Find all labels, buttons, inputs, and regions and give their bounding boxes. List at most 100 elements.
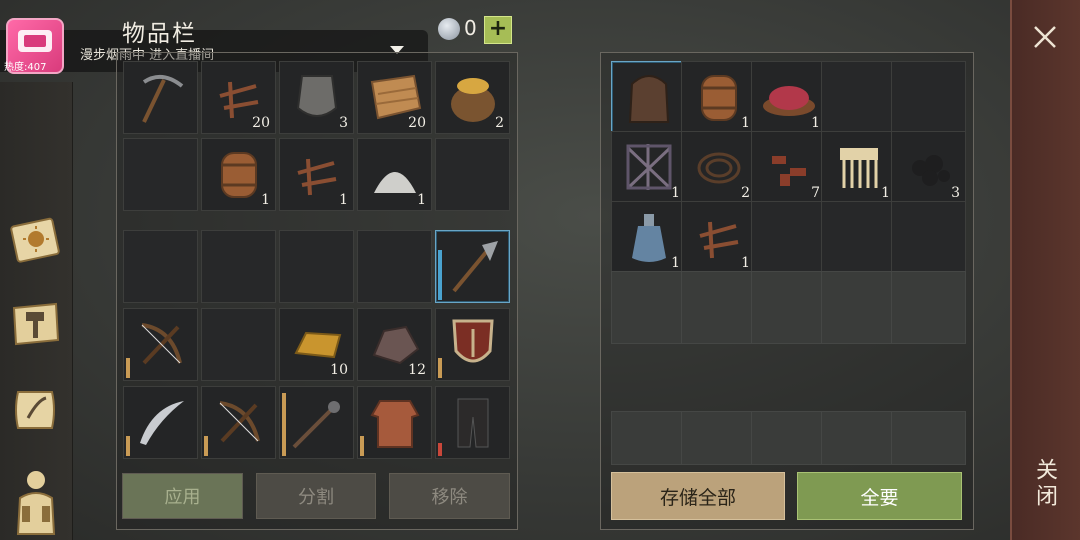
locked-slot	[751, 411, 826, 465]
potion-flask-icon	[620, 208, 678, 266]
close-button[interactable]: 关闭	[1030, 458, 1060, 510]
inventory-slot[interactable]: 1	[611, 201, 686, 274]
empty-slot[interactable]	[891, 271, 966, 344]
empty-slot[interactable]	[681, 271, 756, 344]
rope-icon	[690, 138, 748, 196]
character-icon[interactable]	[8, 464, 64, 538]
leather-pants-icon	[444, 393, 502, 451]
empty-slot[interactable]	[821, 271, 896, 344]
inventory-slot[interactable]: 20	[357, 61, 432, 134]
inventory-slot[interactable]	[123, 61, 198, 134]
empty-slot[interactable]	[891, 61, 966, 134]
inventory-slot[interactable]: 1	[681, 201, 756, 274]
inventory-slot[interactable]: 10	[279, 308, 354, 381]
empty-slot[interactable]	[821, 61, 896, 134]
inventory-slot[interactable]	[201, 386, 276, 459]
mace-spear-icon	[288, 393, 346, 451]
sun-book-icon[interactable]	[8, 212, 64, 268]
locked-slot	[611, 411, 686, 465]
inventory-slot[interactable]	[123, 308, 198, 381]
item-count: 20	[408, 115, 426, 131]
sabre-icon	[132, 393, 190, 451]
item-count: 1	[811, 115, 820, 131]
empty-slot[interactable]	[611, 271, 686, 344]
inventory-slot[interactable]	[611, 61, 686, 134]
inventory-slot[interactable]	[435, 386, 510, 459]
item-count: 1	[741, 115, 750, 131]
bone-fragments-icon	[760, 138, 818, 196]
locked-slot	[891, 411, 966, 465]
item-count: 20	[252, 115, 270, 131]
durability-bar	[438, 358, 442, 378]
item-count: 1	[671, 185, 680, 201]
durability-bar	[438, 443, 442, 456]
empty-slot[interactable]	[123, 138, 198, 211]
add-gems-button[interactable]: +	[484, 16, 512, 44]
item-count: 1	[741, 255, 750, 271]
grain-sack-icon	[444, 68, 502, 126]
inventory-slot[interactable]: 12	[357, 308, 432, 381]
durability-bar	[126, 436, 130, 456]
left-tool-rail	[0, 82, 73, 540]
inventory-slot[interactable]: 2	[435, 61, 510, 134]
apply-button[interactable]: 应用	[122, 473, 243, 519]
inventory-slot[interactable]: 7	[751, 131, 826, 204]
inventory-slot[interactable]	[279, 386, 354, 459]
empty-slot[interactable]	[891, 201, 966, 274]
empty-slot[interactable]	[357, 230, 432, 303]
crafting-hammer-icon[interactable]	[8, 296, 64, 352]
item-count: 1	[261, 192, 270, 208]
inventory-slot[interactable]: 2	[681, 131, 756, 204]
inventory-slot[interactable]	[435, 308, 510, 381]
inventory-slot[interactable]: 1	[681, 61, 756, 134]
split-button[interactable]: 分割	[256, 473, 376, 519]
inventory-slot[interactable]	[357, 386, 432, 459]
iron-grate-icon	[620, 138, 678, 196]
store-all-button[interactable]: 存储全部	[611, 472, 785, 520]
inventory-slot[interactable]: 20	[201, 61, 276, 134]
empty-slot[interactable]	[821, 201, 896, 274]
item-count: 1	[417, 192, 426, 208]
locked-slot	[821, 411, 896, 465]
empty-slot[interactable]	[201, 230, 276, 303]
empty-slot[interactable]	[751, 201, 826, 274]
empty-slot[interactable]	[279, 230, 354, 303]
chainmail-icon	[366, 393, 424, 451]
item-count: 1	[339, 192, 348, 208]
empty-slot[interactable]	[435, 138, 510, 211]
remove-button[interactable]: 移除	[389, 473, 510, 519]
empty-slot[interactable]	[123, 230, 198, 303]
inventory-slot[interactable]: 3	[279, 61, 354, 134]
crossbow-icon	[210, 393, 268, 451]
empty-slot[interactable]	[201, 308, 276, 381]
durability-bar	[282, 393, 286, 456]
inventory-slot[interactable]: 1	[611, 131, 686, 204]
halberd-icon	[444, 237, 502, 295]
raw-meat-bowl-icon	[760, 68, 818, 126]
inventory-slot[interactable]: 1	[821, 131, 896, 204]
inventory-slot[interactable]: 1	[357, 138, 432, 211]
nails-icon	[690, 208, 748, 266]
inventory-slot[interactable]: 1	[751, 61, 826, 134]
inventory-slot[interactable]: 3	[891, 131, 966, 204]
take-all-button[interactable]: 全要	[797, 472, 962, 520]
metal-plate-icon	[288, 68, 346, 126]
gem-count: 0	[464, 16, 477, 40]
gem-icon	[438, 18, 460, 40]
item-count: 10	[330, 362, 348, 378]
inventory-slot[interactable]: 1	[279, 138, 354, 211]
empty-slot[interactable]	[751, 271, 826, 344]
item-count: 12	[408, 362, 426, 378]
durability-bar	[438, 250, 442, 300]
shield-icon	[444, 315, 502, 373]
heat-label: 热度:407	[4, 62, 47, 73]
inventory-slot[interactable]	[123, 386, 198, 459]
pickaxe-icon	[132, 68, 190, 126]
inventory-slot[interactable]	[435, 230, 510, 303]
inventory-slot[interactable]: 1	[201, 138, 276, 211]
close-icon[interactable]	[1030, 22, 1060, 52]
item-count: 2	[495, 115, 504, 131]
quest-scroll-icon[interactable]	[8, 382, 64, 438]
item-count: 7	[811, 185, 820, 201]
backpack-icon	[620, 68, 678, 126]
